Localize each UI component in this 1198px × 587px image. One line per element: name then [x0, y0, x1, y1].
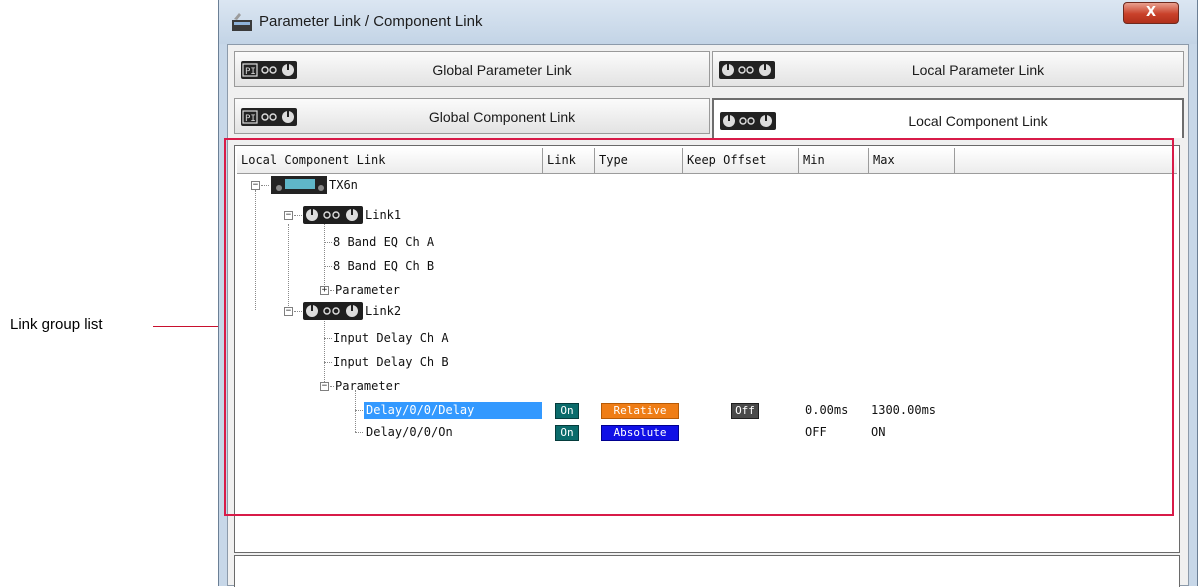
- tree-line: [330, 386, 334, 387]
- tree-line: [330, 290, 334, 291]
- link-icon: [303, 206, 363, 224]
- tab-label: Local Component Link: [908, 113, 1048, 129]
- column-header-min[interactable]: Min: [799, 148, 869, 173]
- column-header-link[interactable]: Link: [543, 148, 595, 173]
- window-client: PI Global Parameter Link Local Parameter…: [227, 44, 1189, 587]
- tree-node-device[interactable]: − TX6n: [235, 176, 535, 196]
- tree-line: [294, 311, 302, 312]
- tab-local-parameter-link[interactable]: Local Parameter Link: [712, 51, 1184, 87]
- tree-line: [324, 338, 332, 339]
- column-header-type[interactable]: Type: [595, 148, 683, 173]
- svg-text:PI: PI: [245, 114, 256, 124]
- max-value: ON: [871, 425, 886, 439]
- tab-global-component-link[interactable]: PI Global Component Link: [234, 98, 710, 134]
- collapse-icon[interactable]: −: [320, 382, 329, 391]
- collapse-icon[interactable]: −: [284, 307, 293, 316]
- tab-label: Local Parameter Link: [911, 62, 1045, 78]
- tree-line: [355, 410, 363, 411]
- component-name: Input Delay Ch B: [333, 355, 449, 369]
- lower-panel: [234, 555, 1180, 587]
- title-bar[interactable]: Parameter Link / Component Link X: [219, 0, 1197, 44]
- parameter-folder-name: Parameter: [335, 283, 401, 297]
- tree-node-parameter-folder[interactable]: − Parameter: [235, 378, 535, 396]
- tab-local-component-link[interactable]: Local Component Link: [712, 98, 1184, 138]
- link-window: Parameter Link / Component Link X PI Glo…: [218, 0, 1198, 587]
- callout-label: Link group list: [10, 316, 103, 333]
- tab-global-parameter-link[interactable]: PI Global Parameter Link: [234, 51, 710, 87]
- collapse-icon[interactable]: −: [251, 181, 260, 190]
- tree-line: [324, 266, 332, 267]
- link-icon: [719, 61, 775, 79]
- tree-node-link2[interactable]: − Link2: [235, 302, 535, 322]
- parameter-row[interactable]: Delay/0/0/Delay On Relative Off 0.00ms 1…: [235, 402, 1175, 420]
- tree-line: [324, 316, 325, 386]
- tree-node-link1[interactable]: − Link1: [235, 206, 535, 226]
- svg-text:PI: PI: [245, 67, 256, 77]
- app-icon: [232, 13, 252, 31]
- tree-line: [324, 362, 332, 363]
- min-value: 0.00ms: [805, 403, 849, 417]
- tab-label: Global Parameter Link: [432, 62, 572, 78]
- keep-offset-button[interactable]: Off: [731, 403, 759, 419]
- tree-node-component[interactable]: Input Delay Ch B: [235, 354, 535, 372]
- column-header-local-component-link[interactable]: Local Component Link: [237, 148, 543, 173]
- link-group-list[interactable]: Local Component Link Link Type Keep Offs…: [234, 145, 1180, 553]
- close-button[interactable]: X: [1123, 2, 1179, 24]
- global-link-icon: PI: [241, 61, 297, 79]
- type-absolute-button[interactable]: Absolute: [601, 425, 679, 441]
- link-name: Link2: [365, 304, 402, 318]
- min-value: OFF: [805, 425, 827, 439]
- device-name: TX6n: [329, 178, 358, 192]
- parameter-row[interactable]: Delay/0/0/On On Absolute OFF ON: [235, 424, 1175, 442]
- tree-line: [294, 215, 302, 216]
- type-relative-button[interactable]: Relative: [601, 403, 679, 419]
- link-icon: [720, 112, 776, 130]
- component-name: 8 Band EQ Ch A: [333, 235, 435, 249]
- list-header: Local Component Link Link Type Keep Offs…: [237, 148, 1177, 174]
- link-on-button[interactable]: On: [555, 403, 579, 419]
- parameter-name[interactable]: Delay/0/0/Delay: [364, 402, 542, 419]
- tree-line: [324, 242, 332, 243]
- tree-node-component[interactable]: 8 Band EQ Ch A: [235, 234, 535, 252]
- component-name: Input Delay Ch A: [333, 331, 449, 345]
- global-link-icon: PI: [241, 108, 297, 126]
- device-icon: [271, 176, 327, 194]
- component-name: 8 Band EQ Ch B: [333, 259, 435, 273]
- link-icon: [303, 302, 363, 320]
- max-value: 1300.00ms: [871, 403, 937, 417]
- tree-node-component[interactable]: 8 Band EQ Ch B: [235, 258, 535, 276]
- parameter-name[interactable]: Delay/0/0/On: [366, 425, 453, 439]
- tree-node-component[interactable]: Input Delay Ch A: [235, 330, 535, 348]
- expand-icon[interactable]: +: [320, 286, 329, 295]
- tab-label: Global Component Link: [428, 109, 576, 125]
- column-header-max[interactable]: Max: [869, 148, 955, 173]
- link-on-button[interactable]: On: [555, 425, 579, 441]
- tree-line: [261, 185, 269, 186]
- parameter-folder-name: Parameter: [335, 379, 401, 393]
- link-name: Link1: [365, 208, 402, 222]
- column-header-keep-offset[interactable]: Keep Offset: [683, 148, 799, 173]
- tree-line: [355, 432, 363, 433]
- collapse-icon[interactable]: −: [284, 211, 293, 220]
- tree-node-parameter-folder[interactable]: + Parameter: [235, 282, 535, 300]
- window-title: Parameter Link / Component Link: [259, 13, 483, 30]
